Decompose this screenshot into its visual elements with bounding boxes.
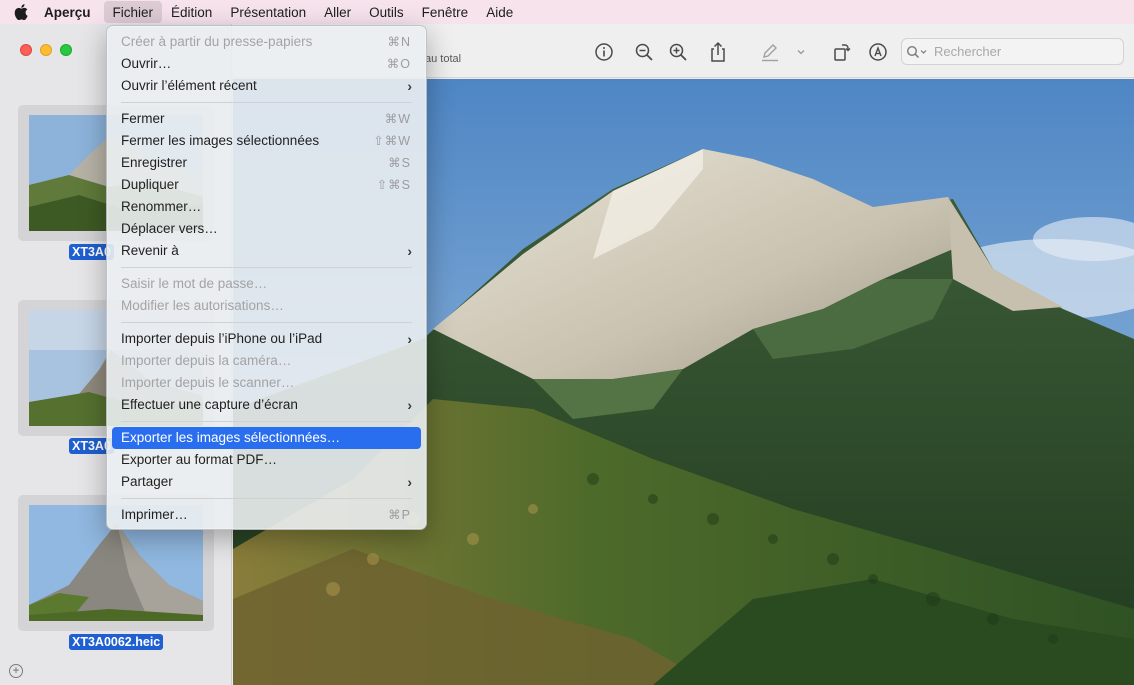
share-icon[interactable] bbox=[707, 41, 729, 63]
menu-outils[interactable]: Outils bbox=[360, 1, 413, 23]
menu-item-label: Ouvrir… bbox=[121, 56, 172, 71]
menu-item-shortcut: ⌘W bbox=[384, 112, 411, 126]
minimize-window-button[interactable] bbox=[40, 44, 52, 56]
menu-item-renommer[interactable]: Renommer… bbox=[112, 196, 421, 218]
markup-pen-icon[interactable] bbox=[759, 41, 781, 63]
search-icon bbox=[906, 45, 927, 58]
menu-item-shortcut: ⇧⌘S bbox=[376, 178, 411, 192]
menu-fichier[interactable]: Fichier bbox=[103, 1, 163, 23]
menu-item-label: Revenir à bbox=[121, 243, 179, 258]
menu-aller[interactable]: Aller bbox=[315, 1, 360, 23]
chevron-right-icon: › bbox=[407, 397, 412, 413]
menu-item-importer-camera: Importer depuis la caméra… bbox=[112, 350, 421, 372]
menu-fenetre[interactable]: Fenêtre bbox=[413, 1, 478, 23]
menu-item-label: Imprimer… bbox=[121, 507, 188, 522]
menu-item-creer-presse-papiers: Créer à partir du presse-papiers ⌘N bbox=[112, 31, 421, 53]
menu-item-ouvrir[interactable]: Ouvrir… ⌘O bbox=[112, 53, 421, 75]
info-icon[interactable] bbox=[593, 41, 615, 63]
menu-item-label: Exporter au format PDF… bbox=[121, 452, 278, 467]
menu-item-partager[interactable]: Partager › bbox=[112, 471, 421, 493]
chevron-right-icon: › bbox=[407, 243, 412, 259]
document-subtitle: au total bbox=[425, 53, 462, 65]
menu-item-importer-iphone[interactable]: Importer depuis l’iPhone ou l’iPad › bbox=[112, 328, 421, 350]
menu-separator bbox=[112, 97, 421, 108]
menu-separator bbox=[112, 262, 421, 273]
menu-item-fermer[interactable]: Fermer ⌘W bbox=[112, 108, 421, 130]
menu-item-ouvrir-recent[interactable]: Ouvrir l’élément récent › bbox=[112, 75, 421, 97]
zoom-window-button[interactable] bbox=[60, 44, 72, 56]
menu-item-label: Fermer les images sélectionnées bbox=[121, 133, 320, 148]
menu-item-label: Partager bbox=[121, 474, 173, 489]
menu-item-capture-ecran[interactable]: Effectuer une capture d’écran › bbox=[112, 394, 421, 416]
zoom-in-icon[interactable] bbox=[667, 41, 689, 63]
chevron-right-icon: › bbox=[407, 331, 412, 347]
apple-icon bbox=[14, 4, 28, 20]
menu-item-imprimer[interactable]: Imprimer… ⌘P bbox=[112, 504, 421, 526]
menu-item-mot-de-passe: Saisir le mot de passe… bbox=[112, 273, 421, 295]
menu-item-importer-scanner: Importer depuis le scanner… bbox=[112, 372, 421, 394]
menu-item-shortcut: ⌘O bbox=[386, 57, 411, 71]
menu-item-deplacer[interactable]: Déplacer vers… bbox=[112, 218, 421, 240]
menu-item-dupliquer[interactable]: Dupliquer ⇧⌘S bbox=[112, 174, 421, 196]
menu-item-shortcut: ⌘S bbox=[388, 156, 411, 170]
menu-apercu[interactable]: Aperçu bbox=[42, 1, 100, 23]
chevron-down-icon[interactable] bbox=[794, 41, 808, 63]
menu-item-label: Dupliquer bbox=[121, 177, 179, 192]
zoom-out-icon[interactable] bbox=[633, 41, 655, 63]
menu-item-label: Fermer bbox=[121, 111, 165, 126]
window-controls bbox=[20, 44, 72, 56]
menu-item-label: Modifier les autorisations… bbox=[121, 298, 284, 313]
menu-item-fermer-selection[interactable]: Fermer les images sélectionnées ⇧⌘W bbox=[112, 130, 421, 152]
menu-item-label: Effectuer une capture d’écran bbox=[121, 397, 298, 412]
menu-item-label: Ouvrir l’élément récent bbox=[121, 78, 257, 93]
menu-edition[interactable]: Édition bbox=[162, 1, 221, 23]
menu-item-label: Importer depuis la caméra… bbox=[121, 353, 292, 368]
menu-item-label: Importer depuis l’iPhone ou l’iPad bbox=[121, 331, 323, 346]
fichier-dropdown-menu: Créer à partir du presse-papiers ⌘N Ouvr… bbox=[106, 25, 427, 530]
menu-separator bbox=[112, 317, 421, 328]
menu-item-revenir[interactable]: Revenir à › bbox=[112, 240, 421, 262]
search-field[interactable]: Rechercher bbox=[901, 38, 1124, 65]
search-placeholder: Rechercher bbox=[934, 44, 1002, 59]
menu-item-label: Déplacer vers… bbox=[121, 221, 218, 236]
menu-item-label: Créer à partir du presse-papiers bbox=[121, 34, 313, 49]
menu-item-shortcut: ⇧⌘W bbox=[373, 134, 411, 148]
menu-item-autorisations: Modifier les autorisations… bbox=[112, 295, 421, 317]
chevron-right-icon: › bbox=[407, 78, 412, 94]
annotate-icon[interactable] bbox=[867, 41, 889, 63]
menu-item-label: Exporter les images sélectionnées… bbox=[121, 430, 341, 445]
menu-item-exporter-pdf[interactable]: Exporter au format PDF… bbox=[112, 449, 421, 471]
thumbnail-label-3[interactable]: XT3A0062.heic bbox=[69, 634, 164, 650]
apple-menu[interactable] bbox=[0, 0, 42, 24]
close-window-button[interactable] bbox=[20, 44, 32, 56]
menu-presentation[interactable]: Présentation bbox=[221, 1, 315, 23]
menu-item-label: Enregistrer bbox=[121, 155, 188, 170]
menu-item-label: Saisir le mot de passe… bbox=[121, 276, 268, 291]
menu-separator bbox=[112, 416, 421, 427]
menu-item-label: Renommer… bbox=[121, 199, 202, 214]
menu-item-enregistrer[interactable]: Enregistrer ⌘S bbox=[112, 152, 421, 174]
chevron-right-icon: › bbox=[407, 474, 412, 490]
menu-item-shortcut: ⌘N bbox=[387, 35, 411, 49]
add-icon[interactable]: + bbox=[9, 664, 23, 678]
menu-item-exporter-images[interactable]: Exporter les images sélectionnées… bbox=[112, 427, 421, 449]
menu-aide[interactable]: Aide bbox=[477, 1, 522, 23]
menu-separator bbox=[112, 493, 421, 504]
menu-item-label: Importer depuis le scanner… bbox=[121, 375, 295, 390]
menu-bar: Aperçu Fichier Édition Présentation Alle… bbox=[0, 0, 1134, 24]
rotate-icon[interactable] bbox=[831, 41, 853, 63]
menu-item-shortcut: ⌘P bbox=[388, 508, 411, 522]
